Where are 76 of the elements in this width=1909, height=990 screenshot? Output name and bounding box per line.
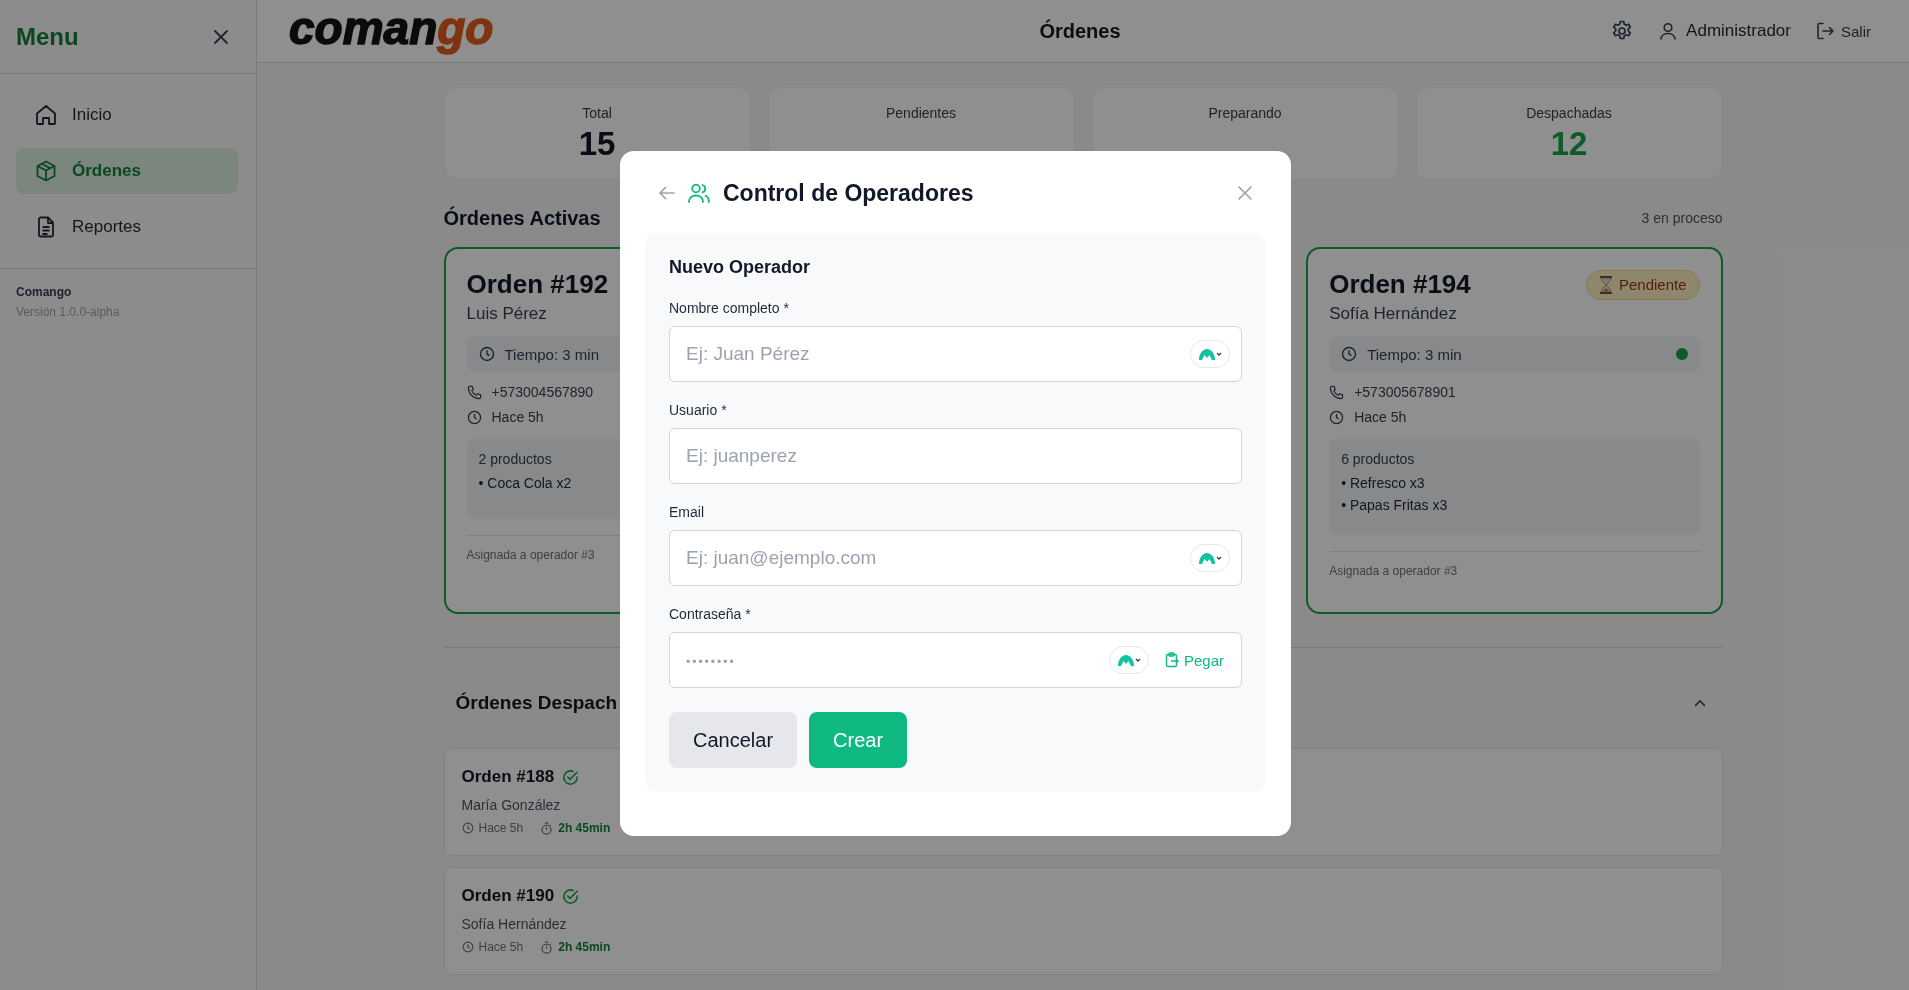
check-circle-icon <box>562 887 580 905</box>
phone-number: +573005678901 <box>1354 384 1456 400</box>
clipboard-icon <box>1164 652 1179 668</box>
clock-icon <box>461 822 474 834</box>
input-field[interactable]: Ej: juan@ejemplo.com <box>669 530 1242 586</box>
page-title: Órdenes <box>1039 19 1121 43</box>
customer-name: Sofía Hernández <box>1329 304 1457 324</box>
product-count: 6 productos <box>1341 451 1415 467</box>
check-circle-icon <box>562 768 580 786</box>
stopwatch-icon <box>540 940 554 954</box>
duration-text: 2h 45min <box>558 821 611 835</box>
order-title: Orden #188 <box>461 767 555 787</box>
clock-icon <box>461 941 474 953</box>
customer-name: María González <box>461 797 561 813</box>
section-title: Órdenes Activas <box>443 206 601 230</box>
order-title: Orden #194 <box>1329 269 1471 300</box>
input-field[interactable]: Ej: Juan Pérez <box>669 326 1242 382</box>
product-item: • Papas Fritas x3 <box>1341 497 1448 513</box>
clock-icon <box>1329 409 1345 425</box>
dialog-title: Control de Operadores <box>723 179 974 207</box>
phone-icon <box>1329 384 1345 400</box>
clock-icon <box>466 409 482 425</box>
timer-text: Tiempo: 3 min <box>1367 345 1462 363</box>
field-label: Usuario * <box>669 402 728 418</box>
product-item: • Coca Cola x2 <box>478 475 572 491</box>
field-label: Contraseña * <box>669 606 752 622</box>
stat-value: 12 <box>1550 125 1588 163</box>
phone-icon <box>466 384 482 400</box>
user-icon <box>1658 21 1679 41</box>
user-menu[interactable]: Administrador <box>1658 21 1791 41</box>
cancel-button[interactable]: Cancelar <box>669 712 798 768</box>
clock-icon <box>478 346 495 362</box>
stat-label: Preparando <box>1208 105 1282 121</box>
field-label: Nombre completo * <box>669 300 790 316</box>
close-icon[interactable] <box>212 27 230 46</box>
product-item: • Refresco x3 <box>1341 475 1425 491</box>
dispatched-order[interactable]: Orden #190 Sofía Hernández Hace 5h 2h 45min <box>443 867 1723 975</box>
users-icon <box>687 181 711 205</box>
clock-icon <box>1341 346 1358 362</box>
sidebar-item[interactable]: Reportes <box>16 204 238 250</box>
order-count: 3 en proceso <box>1641 210 1723 226</box>
app-name: Comango <box>16 285 73 299</box>
sidebar-item[interactable]: Órdenes <box>16 148 238 194</box>
customer-name: Luis Pérez <box>466 304 547 324</box>
order-card[interactable]: Orden #194 Pendiente Sofía Hernández Tiempo: 3 min +573005678901 Hace 5h 6 productos • Refresco x3 • Papas Fritas x3 Asignada a operador #3 <box>1306 247 1723 614</box>
box-icon <box>34 159 58 183</box>
customer-name: Sofía Hernández <box>461 916 567 932</box>
order-age: Hace 5h <box>491 409 544 425</box>
duration-text: 2h 45min <box>558 940 611 954</box>
stat-value: 15 <box>578 125 616 163</box>
logout-icon <box>1815 21 1835 41</box>
phone-number: +573004567890 <box>491 384 594 400</box>
home-icon <box>34 103 58 127</box>
sidebar-item[interactable]: Inicio <box>16 92 238 138</box>
stopwatch-icon <box>540 821 554 835</box>
stat-label: Despachadas <box>1526 105 1612 121</box>
stat-label: Total <box>582 105 612 121</box>
menu-title: Menu <box>16 22 79 51</box>
order-title: Orden #190 <box>461 886 555 906</box>
form-title: Nuevo Operador <box>669 257 812 278</box>
product-count: 2 productos <box>478 451 552 467</box>
hourglass-icon <box>1598 275 1613 294</box>
status-badge: Pendiente <box>1585 269 1700 300</box>
logout-link[interactable]: Salir <box>1815 21 1871 41</box>
assigned-operator: Asignada a operador #3 <box>466 548 595 562</box>
assigned-operator: Asignada a operador #3 <box>1329 564 1458 578</box>
timer-text: Tiempo: 3 min <box>504 345 599 363</box>
order-title: Orden #192 <box>466 269 609 300</box>
stat-label: Pendientes <box>885 105 957 121</box>
field-label: Email <box>669 504 705 520</box>
order-age: Hace 5h <box>478 940 524 954</box>
section-title: Órdenes Despach <box>455 692 618 714</box>
close-icon[interactable] <box>1236 184 1254 202</box>
order-age: Hace 5h <box>478 821 524 835</box>
input-field[interactable]: Ej: juanperez <box>669 428 1242 484</box>
order-age: Hace 5h <box>1354 409 1407 425</box>
